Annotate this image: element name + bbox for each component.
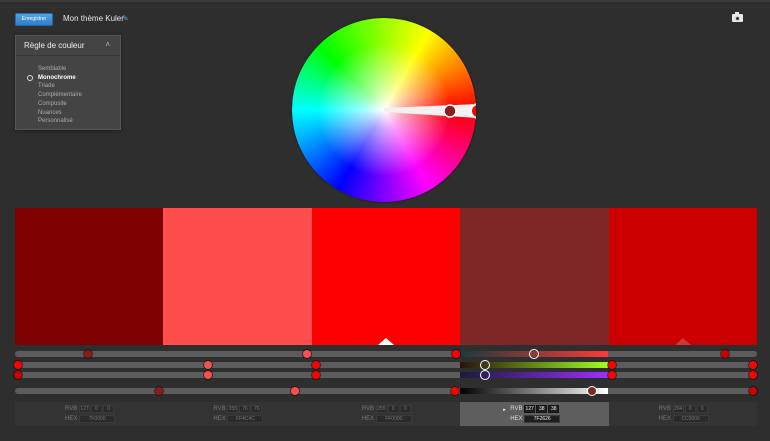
b-field[interactable]: 0 <box>103 405 114 413</box>
value-gradient <box>460 388 608 394</box>
slider-knob-active[interactable] <box>530 350 538 358</box>
slider-knob[interactable] <box>608 371 616 379</box>
brightness-slider[interactable] <box>14 371 757 379</box>
slider-knob[interactable] <box>451 387 459 395</box>
slider-knob[interactable] <box>14 371 22 379</box>
caret-right-icon: ▸ <box>503 407 506 413</box>
g-field[interactable]: 0 <box>684 405 696 413</box>
slider-knob[interactable] <box>312 371 320 379</box>
rvb-label: RVB <box>361 406 375 412</box>
wheel-handle-arm <box>384 104 476 118</box>
hex-field[interactable]: 7F0000 <box>79 415 115 423</box>
wheel-handle-dark[interactable] <box>443 104 457 118</box>
slider-knob[interactable] <box>204 361 212 369</box>
swatch-2[interactable] <box>163 208 312 345</box>
b-field[interactable]: 38 <box>548 405 560 413</box>
slider-knob[interactable] <box>303 350 311 358</box>
r-field[interactable]: 204 <box>672 405 684 413</box>
rvb-label: RVB <box>510 406 523 412</box>
slider-knob[interactable] <box>608 361 616 369</box>
slider-knob[interactable] <box>721 350 729 358</box>
rvb-label: RVB <box>658 406 671 412</box>
slider-knob-active[interactable] <box>588 387 596 395</box>
hex-field[interactable]: FF4C4C <box>227 415 264 423</box>
swatch-5[interactable] <box>608 208 758 345</box>
theme-name[interactable]: Mon thème Kuler <box>63 14 124 23</box>
hex-field[interactable]: CC0000 <box>672 415 709 423</box>
wheel-handle-base[interactable] <box>470 103 476 119</box>
rvb-label: RVB <box>65 406 78 412</box>
color-rule-header[interactable]: Règle de couleur ˄ <box>16 36 120 56</box>
color-rule-list: Semblable Monochrome Triade Complémentai… <box>27 65 82 126</box>
color-wheel[interactable] <box>292 18 476 202</box>
radio-selected-icon <box>27 75 33 82</box>
r-field[interactable]: 255 <box>227 405 239 413</box>
b-field[interactable]: 0 <box>696 405 708 413</box>
r-field[interactable]: 127 <box>79 405 90 413</box>
slider-knob[interactable] <box>291 387 299 395</box>
color-values-5: RVB 204 0 0 HEX CC0000 <box>609 402 757 426</box>
color-values-2: RVB 255 76 76 HEX FF4C4C <box>163 402 311 426</box>
marker-icon <box>674 338 691 345</box>
hex-label: HEX <box>361 416 375 422</box>
r-field[interactable]: 127 <box>524 405 536 413</box>
hex-label: HEX <box>510 416 523 422</box>
slider-knob-active[interactable] <box>481 371 489 379</box>
hex-label: HEX <box>658 416 671 422</box>
saturation-slider[interactable] <box>14 361 757 369</box>
color-values-1: RVB 127 0 0 HEX 7F0000 <box>15 402 163 426</box>
slider-knob[interactable] <box>749 387 757 395</box>
swatch-3[interactable] <box>311 208 461 345</box>
g-field[interactable]: 0 <box>387 405 399 413</box>
slider-knob[interactable] <box>749 371 757 379</box>
slider-knob[interactable] <box>204 371 212 379</box>
rule-option-nuances[interactable]: Nuances <box>38 109 82 118</box>
r-field[interactable]: 255 <box>375 405 387 413</box>
slider-knob[interactable] <box>312 361 320 369</box>
hex-label: HEX <box>65 416 78 422</box>
swatch-1[interactable] <box>15 208 164 345</box>
rule-option-monochrome[interactable]: Monochrome <box>27 74 82 83</box>
rule-option-personnalise[interactable]: Personnalisé <box>38 117 82 126</box>
swatch-4[interactable] <box>460 208 609 345</box>
slider-knob[interactable] <box>749 361 757 369</box>
camera-icon[interactable] <box>732 12 743 22</box>
color-values-row: RVB 127 0 0 HEX 7F0000 RVB 255 76 76 HEX… <box>15 402 757 426</box>
slider-knob-active[interactable] <box>481 361 489 369</box>
chevron-up-icon[interactable]: ˄ <box>105 40 110 49</box>
save-button[interactable]: Enregistrer <box>15 13 53 26</box>
rule-option-composite[interactable]: Composite <box>38 100 82 109</box>
g-field[interactable]: 0 <box>91 405 102 413</box>
color-values-4-active: ▸ RVB 127 38 38 HEX 7F2626 <box>460 402 609 426</box>
pencil-icon[interactable]: ✎ <box>122 15 129 23</box>
color-rule-title: Règle de couleur <box>24 41 85 50</box>
slider-knob[interactable] <box>452 350 460 358</box>
hex-label: HEX <box>213 416 226 422</box>
g-field[interactable]: 38 <box>536 405 548 413</box>
swatch-row <box>15 208 758 345</box>
color-rule-panel: Règle de couleur ˄ Semblable Monochrome … <box>15 35 121 130</box>
rule-option-triade[interactable]: Triade <box>38 82 82 91</box>
wheel-handles[interactable] <box>292 18 476 202</box>
hue-slider[interactable] <box>15 350 757 358</box>
rvb-label: RVB <box>213 406 226 412</box>
hex-field[interactable]: 7F2626 <box>524 415 561 423</box>
top-border <box>0 0 770 2</box>
hex-field[interactable]: FF0000 <box>375 415 412 423</box>
b-field[interactable]: 0 <box>399 405 411 413</box>
base-color-marker-icon <box>378 338 395 345</box>
rule-option-complementaire[interactable]: Complémentaire <box>38 91 82 100</box>
value-slider[interactable] <box>15 387 757 395</box>
slider-knob[interactable] <box>84 350 92 358</box>
color-values-3: RVB 255 0 0 HEX FF0000 <box>312 402 460 426</box>
rule-option-semblable[interactable]: Semblable <box>38 65 82 74</box>
b-field[interactable]: 76 <box>251 405 263 413</box>
slider-knob[interactable] <box>14 361 22 369</box>
slider-knob[interactable] <box>155 387 163 395</box>
g-field[interactable]: 76 <box>239 405 251 413</box>
